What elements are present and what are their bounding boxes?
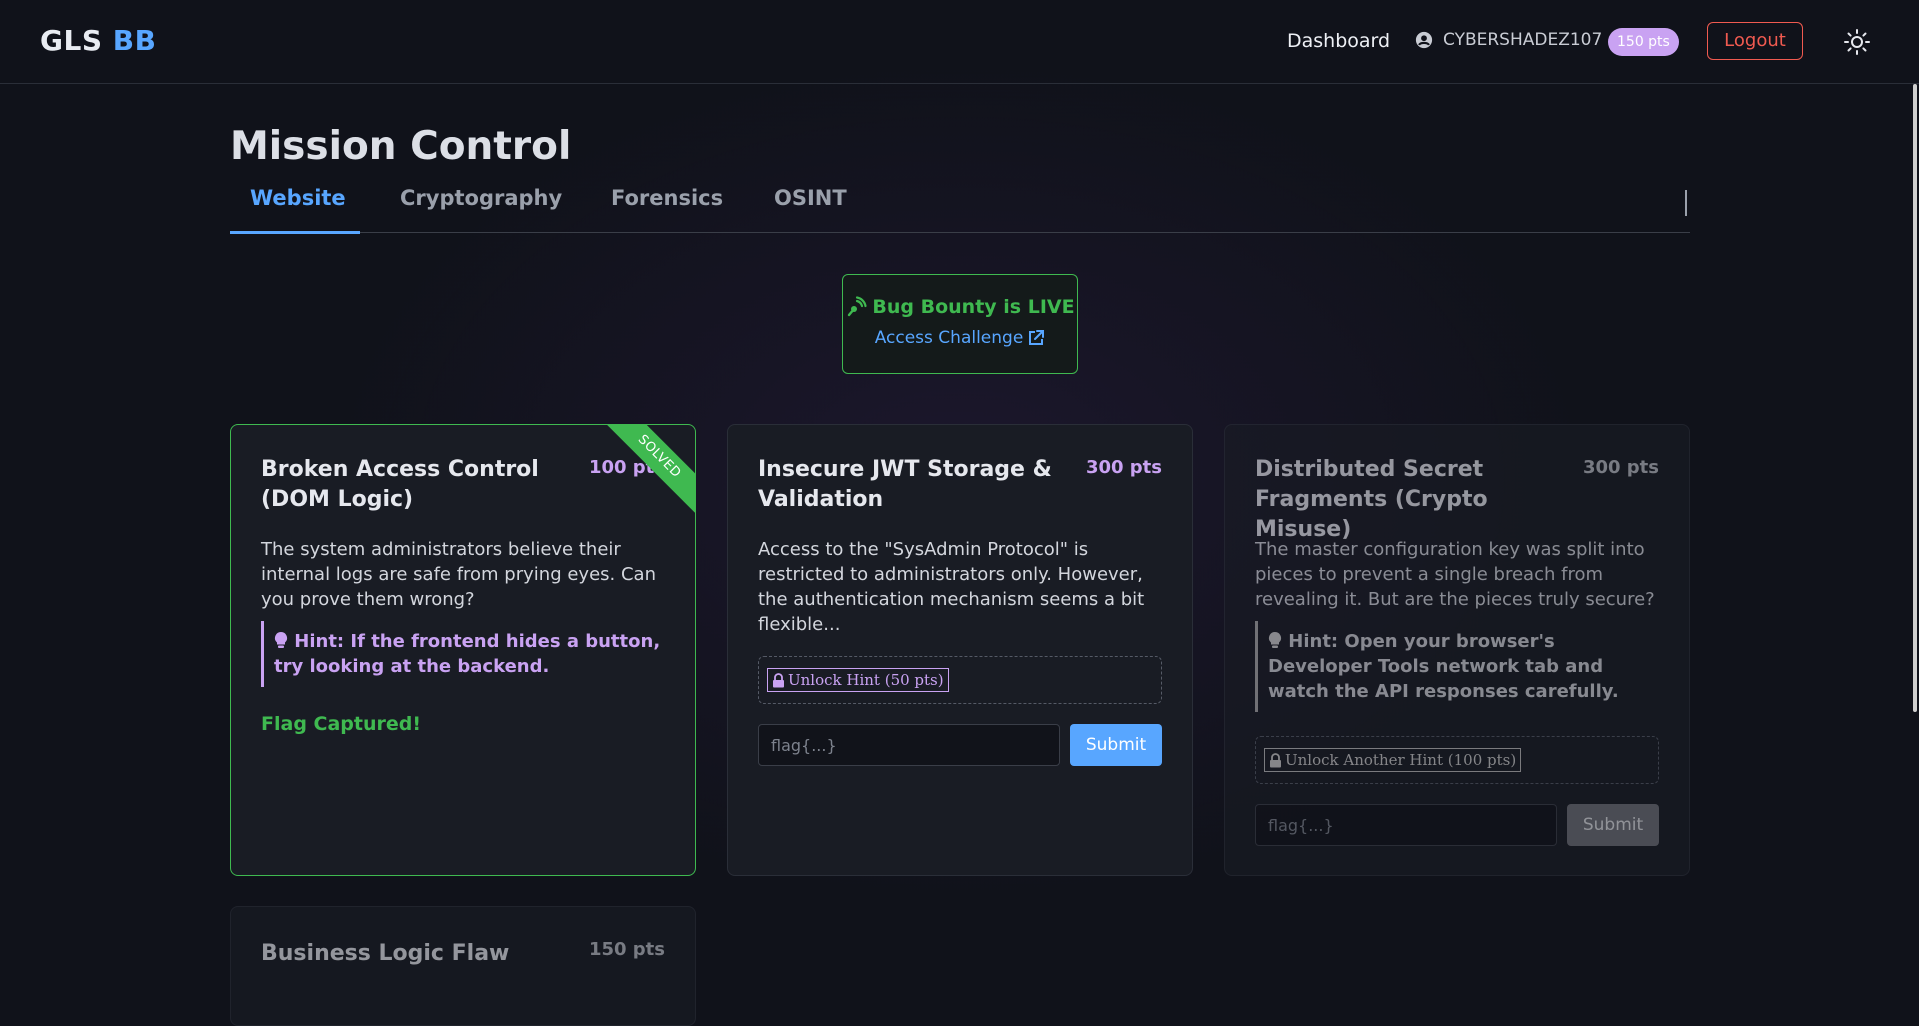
tab-osint[interactable]: OSINT (774, 186, 847, 210)
broadcast-icon (848, 296, 867, 317)
active-tab-indicator (230, 231, 360, 234)
challenge-card: Insecure JWT Storage & Validation 300 pt… (727, 424, 1193, 876)
user-info: CYBERSHADEZ107 (1415, 30, 1602, 50)
challenge-points: 150 pts (588, 939, 665, 960)
flag-input[interactable] (1255, 804, 1557, 846)
challenge-card: Business Logic Flaw 150 pts (230, 906, 696, 1026)
tabs-divider (1685, 190, 1687, 216)
unlock-hint-label: Unlock Another Hint (100 pts) (1285, 751, 1517, 769)
hint-text: Hint: If the frontend hides a button, tr… (274, 631, 661, 677)
bounty-title: Bug Bounty is LIVE (872, 296, 1075, 318)
logo-accent-text: BB (112, 24, 157, 57)
submit-flag-button[interactable]: Submit (1567, 804, 1659, 846)
challenge-description: The master configuration key was split i… (1255, 539, 1655, 610)
challenge-hint: Hint: Open your browser's Developer Tool… (1255, 621, 1658, 712)
challenge-points: 300 pts (1582, 457, 1659, 478)
challenge-title: Business Logic Flaw (261, 941, 510, 966)
tab-cryptography[interactable]: Cryptography (400, 186, 562, 210)
challenge-description: The system administrators believe their … (261, 539, 656, 610)
tab-forensics[interactable]: Forensics (611, 186, 723, 210)
challenge-hint: Hint: If the frontend hides a button, tr… (261, 621, 664, 687)
challenge-card: Distributed Secret Fragments (Crypto Mis… (1224, 424, 1690, 876)
external-link-icon (1029, 330, 1045, 345)
lock-icon (1270, 752, 1281, 767)
category-tabs: Website Cryptography Forensics OSINT (230, 180, 1690, 234)
top-navbar: GLS BB Dashboard CYBERSHADEZ107 150 pts … (0, 0, 1919, 84)
user-circle-icon (1415, 31, 1433, 49)
challenge-points: 300 pts (1085, 457, 1162, 478)
challenge-title: Insecure JWT Storage & Validation (758, 457, 1052, 512)
access-challenge-label: Access Challenge (874, 328, 1024, 348)
logo-main-text: GLS (40, 24, 103, 57)
nav-dashboard-link[interactable]: Dashboard (1287, 30, 1390, 52)
sun-icon (1844, 29, 1870, 55)
page-scrollbar[interactable] (1909, 84, 1919, 972)
challenge-card: Broken Access Control (DOM Logic) 100 pt… (230, 424, 696, 876)
lightbulb-icon (274, 631, 288, 648)
page-title: Mission Control (230, 124, 572, 169)
challenge-title: Distributed Secret Fragments (Crypto Mis… (1255, 457, 1488, 542)
hint-unlock-box: Unlock Another Hint (100 pts) (1255, 736, 1659, 784)
lightbulb-icon (1268, 631, 1282, 648)
username-label: CYBERSHADEZ107 (1443, 30, 1603, 50)
flag-input[interactable] (758, 724, 1060, 766)
bug-bounty-banner: Bug Bounty is LIVE Access Challenge (842, 274, 1078, 374)
hint-unlock-box: Unlock Hint (50 pts) (758, 656, 1162, 704)
user-points-badge: 150 pts (1608, 28, 1679, 56)
challenge-title: Broken Access Control (DOM Logic) (261, 457, 539, 512)
unlock-hint-label: Unlock Hint (50 pts) (788, 671, 944, 689)
flag-captured-status: Flag Captured! (261, 713, 422, 735)
tab-website[interactable]: Website (250, 186, 346, 210)
unlock-another-hint-button[interactable]: Unlock Another Hint (100 pts) (1264, 748, 1522, 772)
scrollbar-thumb[interactable] (1913, 84, 1917, 712)
theme-toggle-button[interactable] (1843, 28, 1871, 60)
submit-flag-button[interactable]: Submit (1070, 724, 1162, 766)
unlock-hint-button[interactable]: Unlock Hint (50 pts) (767, 668, 949, 692)
challenge-description: Access to the "SysAdmin Protocol" is res… (758, 539, 1145, 635)
lock-icon (773, 672, 784, 687)
logout-button[interactable]: Logout (1707, 22, 1803, 60)
bounty-status: Bug Bounty is LIVE (843, 296, 1077, 318)
hint-text: Hint: Open your browser's Developer Tool… (1268, 631, 1619, 702)
access-challenge-link[interactable]: Access Challenge (843, 328, 1077, 348)
site-logo[interactable]: GLS BB (40, 24, 156, 57)
